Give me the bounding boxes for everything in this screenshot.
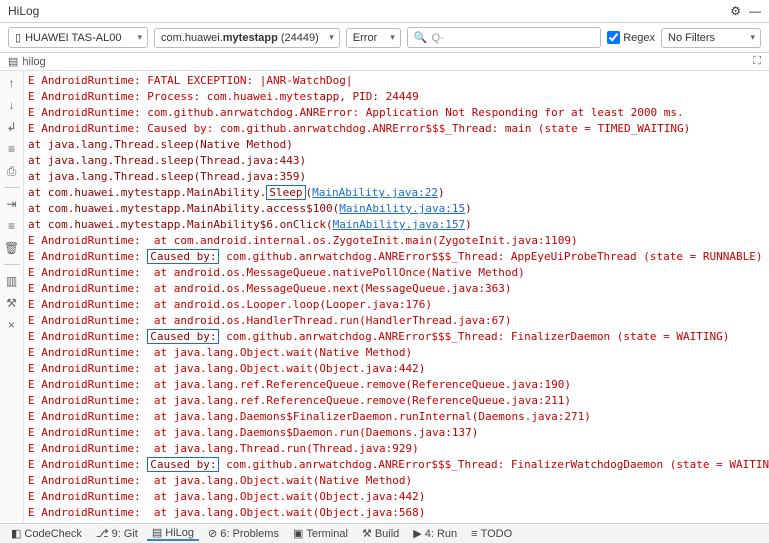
hilog-icon: ▤ bbox=[152, 526, 162, 539]
log-line: at com.huawei.mytestapp.MainAbility.Slee… bbox=[28, 185, 765, 201]
highlight-box: Caused by: bbox=[147, 329, 219, 344]
gear-icon[interactable]: ⚙ bbox=[730, 4, 741, 18]
todo-label: TODO bbox=[481, 528, 513, 540]
footer-build[interactable]: ⚒Build bbox=[357, 527, 404, 540]
log-line: at java.lang.Thread.sleep(Thread.java:44… bbox=[28, 153, 765, 169]
tools-icon[interactable]: ⚒ bbox=[4, 295, 20, 311]
log-line: E AndroidRuntime: at android.os.MessageQ… bbox=[28, 281, 765, 297]
highlight-box: Caused by: bbox=[147, 457, 219, 472]
main-area: ↑ ↓ ↲ ≡ ⎙ ⇥ ≡ 🗑 ▥ ⚒ × E AndroidRuntime: FATAL EXCE… bbox=[0, 71, 769, 523]
problems-icon: ⊘ bbox=[208, 527, 217, 540]
log-line: at com.huawei.mytestapp.MainAbility.acce… bbox=[28, 201, 765, 217]
git-label: 9: Git bbox=[112, 528, 138, 540]
highlight-box: Caused by: bbox=[147, 249, 219, 264]
print-icon[interactable]: ⎙ bbox=[4, 163, 20, 179]
build-label: Build bbox=[375, 528, 399, 540]
settings-lines2-icon[interactable]: ≡ bbox=[4, 218, 20, 234]
collapse-icon[interactable]: ⇥ bbox=[4, 196, 20, 212]
filter-toolbar: ▯ HUAWEI TAS-AL00 com.huawei.mytestapp (… bbox=[0, 23, 769, 53]
footer-problems[interactable]: ⊘6: Problems bbox=[203, 527, 284, 540]
todo-icon: ≡ bbox=[471, 528, 477, 540]
log-line: E AndroidRuntime: at java.lang.Object.wa… bbox=[28, 505, 765, 521]
search-input[interactable]: 🔍 Q- bbox=[407, 27, 601, 48]
regex-checkbox[interactable]: Regex bbox=[607, 31, 655, 44]
log-line: E AndroidRuntime: at java.lang.Object.wa… bbox=[28, 345, 765, 361]
run-label: 4: Run bbox=[425, 528, 457, 540]
source-link[interactable]: MainAbility.java:157 bbox=[333, 218, 465, 231]
log-line: E AndroidRuntime: at java.lang.Object.wa… bbox=[28, 473, 765, 489]
git-icon: ⎇ bbox=[96, 527, 109, 540]
log-line: E AndroidRuntime: Caused by: com.github.… bbox=[28, 121, 765, 137]
arrow-down-icon[interactable]: ↓ bbox=[4, 97, 20, 113]
tab-options-icon[interactable]: ⛶ bbox=[753, 55, 761, 68]
level-select[interactable]: Error bbox=[346, 28, 401, 48]
device-select[interactable]: ▯ HUAWEI TAS-AL00 bbox=[8, 27, 148, 48]
log-line: E AndroidRuntime: at java.lang.Daemons$F… bbox=[28, 409, 765, 425]
log-output[interactable]: E AndroidRuntime: FATAL EXCEPTION: |ANR-… bbox=[24, 71, 769, 523]
terminal-icon: ▣ bbox=[293, 527, 303, 540]
log-line: E AndroidRuntime: at java.lang.ref.Refer… bbox=[28, 377, 765, 393]
log-line: E AndroidRuntime: at java.lang.ref.Refer… bbox=[28, 393, 765, 409]
source-link[interactable]: MainAbility.java:15 bbox=[339, 202, 465, 215]
log-line: at com.huawei.mytestapp.MainAbility$6.on… bbox=[28, 217, 765, 233]
title-bar: HiLog ⚙ — bbox=[0, 0, 769, 23]
codecheck-icon: ◧ bbox=[11, 527, 21, 540]
footer-git[interactable]: ⎇9: Git bbox=[91, 527, 143, 540]
window-title: HiLog bbox=[8, 4, 39, 18]
settings-lines-icon[interactable]: ≡ bbox=[4, 141, 20, 157]
trash-icon[interactable]: 🗑 bbox=[4, 240, 20, 256]
highlight-box: Sleep bbox=[266, 185, 305, 200]
columns-icon[interactable]: ▥ bbox=[4, 273, 20, 289]
hilog-label: HiLog bbox=[165, 527, 194, 539]
footer-todo[interactable]: ≡ TODO bbox=[466, 528, 517, 540]
minimize-icon[interactable]: — bbox=[749, 4, 761, 18]
tab-hilog-label[interactable]: hilog bbox=[22, 56, 45, 68]
sub-tabbar: ▤ hilog ⛶ bbox=[0, 53, 769, 71]
log-line: E AndroidRuntime: at java.lang.Thread.ru… bbox=[28, 441, 765, 457]
footer-hilog[interactable]: ▤HiLog bbox=[147, 526, 199, 541]
log-line: E AndroidRuntime: at android.os.Looper.l… bbox=[28, 297, 765, 313]
log-line: E AndroidRuntime: at java.lang.Daemons$D… bbox=[28, 425, 765, 441]
log-line: E AndroidRuntime: at java.lang.Object.wa… bbox=[28, 361, 765, 377]
log-line: E AndroidRuntime: com.github.anrwatchdog… bbox=[28, 105, 765, 121]
terminal-label: Terminal bbox=[306, 528, 348, 540]
log-line: E AndroidRuntime: Caused by: com.github.… bbox=[28, 457, 765, 473]
build-icon: ⚒ bbox=[362, 527, 372, 540]
app-select[interactable]: com.huawei.mytestapp (24449) bbox=[154, 28, 340, 48]
arrow-up-icon[interactable]: ↑ bbox=[4, 75, 20, 91]
log-line: E AndroidRuntime: Process: com.huawei.my… bbox=[28, 89, 765, 105]
codecheck-label: CodeCheck bbox=[24, 528, 81, 540]
filters-select[interactable]: No Filters bbox=[661, 28, 761, 48]
log-line: E AndroidRuntime: FATAL EXCEPTION: |ANR-… bbox=[28, 73, 765, 89]
footer-codecheck[interactable]: ◧CodeCheck bbox=[6, 527, 87, 540]
bottom-toolbar: ◧CodeCheck ⎇9: Git ▤HiLog ⊘6: Problems ▣Term… bbox=[0, 523, 769, 543]
log-line: E AndroidRuntime: Caused by: com.github.… bbox=[28, 329, 765, 345]
source-link[interactable]: MainAbility.java:22 bbox=[312, 186, 438, 199]
search-icon: 🔍 bbox=[414, 31, 428, 44]
log-line: E AndroidRuntime: at com.android.interna… bbox=[28, 233, 765, 249]
problems-label: 6: Problems bbox=[220, 528, 279, 540]
wrap-icon[interactable]: ↲ bbox=[4, 119, 20, 135]
log-line: at java.lang.Thread.sleep(Native Method) bbox=[28, 137, 765, 153]
phone-icon: ▯ bbox=[15, 31, 21, 44]
log-line: E AndroidRuntime: at android.os.HandlerT… bbox=[28, 313, 765, 329]
log-line: at java.lang.Thread.sleep(Thread.java:35… bbox=[28, 169, 765, 185]
run-icon: ▶ bbox=[413, 527, 421, 540]
close-icon[interactable]: × bbox=[4, 317, 20, 333]
footer-run[interactable]: ▶ 4: Run bbox=[408, 527, 462, 540]
footer-terminal[interactable]: ▣Terminal bbox=[288, 527, 353, 540]
log-sidebar: ↑ ↓ ↲ ≡ ⎙ ⇥ ≡ 🗑 ▥ ⚒ × bbox=[0, 71, 24, 523]
log-line: E AndroidRuntime: at android.os.MessageQ… bbox=[28, 265, 765, 281]
log-line: E AndroidRuntime: Caused by: com.github.… bbox=[28, 249, 765, 265]
tab-hilog-icon: ▤ bbox=[8, 55, 18, 68]
log-line: E AndroidRuntime: at java.lang.Object.wa… bbox=[28, 489, 765, 505]
